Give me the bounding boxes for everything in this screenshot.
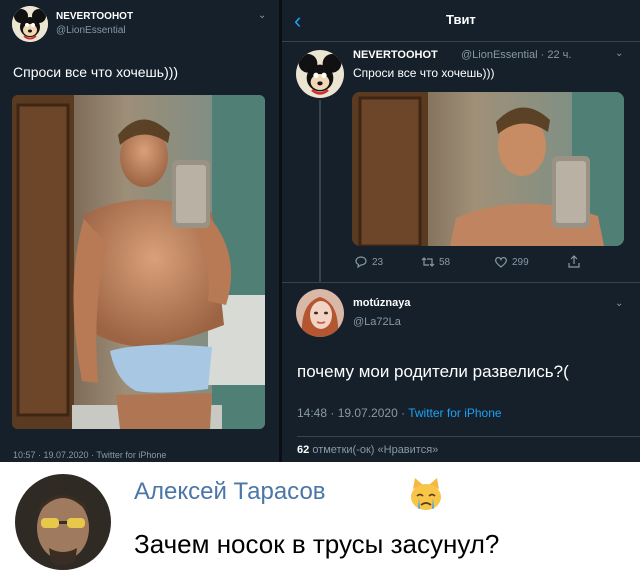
retweet-count: 58	[439, 256, 451, 268]
tweet-divider	[282, 282, 640, 283]
like-count: 299	[512, 256, 529, 268]
header-divider	[282, 41, 640, 42]
author-avatar[interactable]	[296, 50, 344, 98]
timestamp-cut: 10:57 · 19.07.2020 · Twitter for iPhone	[13, 450, 167, 460]
profile-photo-icon	[296, 289, 344, 337]
stats-divider	[297, 436, 640, 437]
back-arrow-icon[interactable]: ‹	[294, 8, 301, 34]
crying-cat-icon	[407, 475, 445, 513]
left-tweet-panel: NEVERTOOHOT @LionEssential ⌄ Спроси все …	[0, 0, 279, 462]
author-name[interactable]: NEVERTOOHOT	[353, 49, 438, 61]
reply-likes-label: отметки(-ок) «Нравится»	[312, 444, 439, 456]
author-meta[interactable]: @LionEssential · 22 ч.	[461, 49, 571, 61]
tweet-text: Спроси все что хочешь)))	[353, 66, 495, 80]
comment-author-name[interactable]: Алексей Тарасов	[134, 478, 326, 506]
retweet-action[interactable]: 58	[420, 254, 450, 270]
share-action[interactable]	[566, 254, 582, 270]
chevron-down-icon[interactable]: ⌄	[615, 48, 623, 59]
reply-text: почему мои родители развелись?(	[297, 362, 569, 381]
reply-likes-count: 62	[297, 444, 310, 456]
reply-likes-line[interactable]: 62 отметки(-ок) «Нравится»	[297, 444, 438, 456]
tweet-text: Спроси все что хочешь)))	[13, 64, 179, 80]
reply-action[interactable]: 23	[353, 254, 383, 270]
mickey-avatar-icon	[12, 6, 48, 42]
selfie-photo-image	[352, 92, 624, 246]
reply-count: 23	[372, 256, 384, 268]
reply-author-handle[interactable]: @La72La	[353, 316, 401, 328]
mickey-avatar-icon	[296, 50, 344, 98]
reply-author-avatar[interactable]	[296, 289, 344, 337]
retweet-icon	[421, 257, 435, 267]
client-link[interactable]: Twitter for iPhone	[408, 406, 501, 420]
share-icon	[568, 255, 580, 268]
header-title: Твит	[446, 12, 476, 27]
selfie-photo-image	[12, 95, 265, 429]
right-tweet-panel: ‹ Твит NEVERTOOHOT @LionEssential · 22 ч…	[282, 0, 640, 462]
author-name[interactable]: NEVERTOOHOT	[56, 11, 133, 22]
tweet-photo[interactable]	[12, 95, 265, 429]
profile-photo-icon	[15, 474, 111, 570]
comment-author-avatar[interactable]	[15, 474, 111, 570]
reply-icon	[355, 256, 367, 269]
reply-author-name[interactable]: motúznaya	[353, 297, 410, 309]
like-action[interactable]: 299	[493, 254, 529, 270]
comment-text: Зачем носок в трусы засунул?	[134, 529, 500, 559]
author-avatar[interactable]	[12, 6, 48, 42]
thread-line	[319, 100, 321, 282]
author-handle[interactable]: @LionEssential	[56, 25, 126, 36]
chevron-down-icon[interactable]: ⌄	[615, 298, 623, 309]
reply-timestamp: 14:48 · 19.07.2020 ·	[297, 406, 409, 420]
tweet-photo[interactable]	[352, 92, 624, 246]
chevron-down-icon[interactable]: ⌄	[258, 10, 266, 21]
reply-timestamp-line: 14:48 · 19.07.2020 · Twitter for iPhone	[297, 406, 502, 420]
heart-icon	[495, 256, 507, 268]
